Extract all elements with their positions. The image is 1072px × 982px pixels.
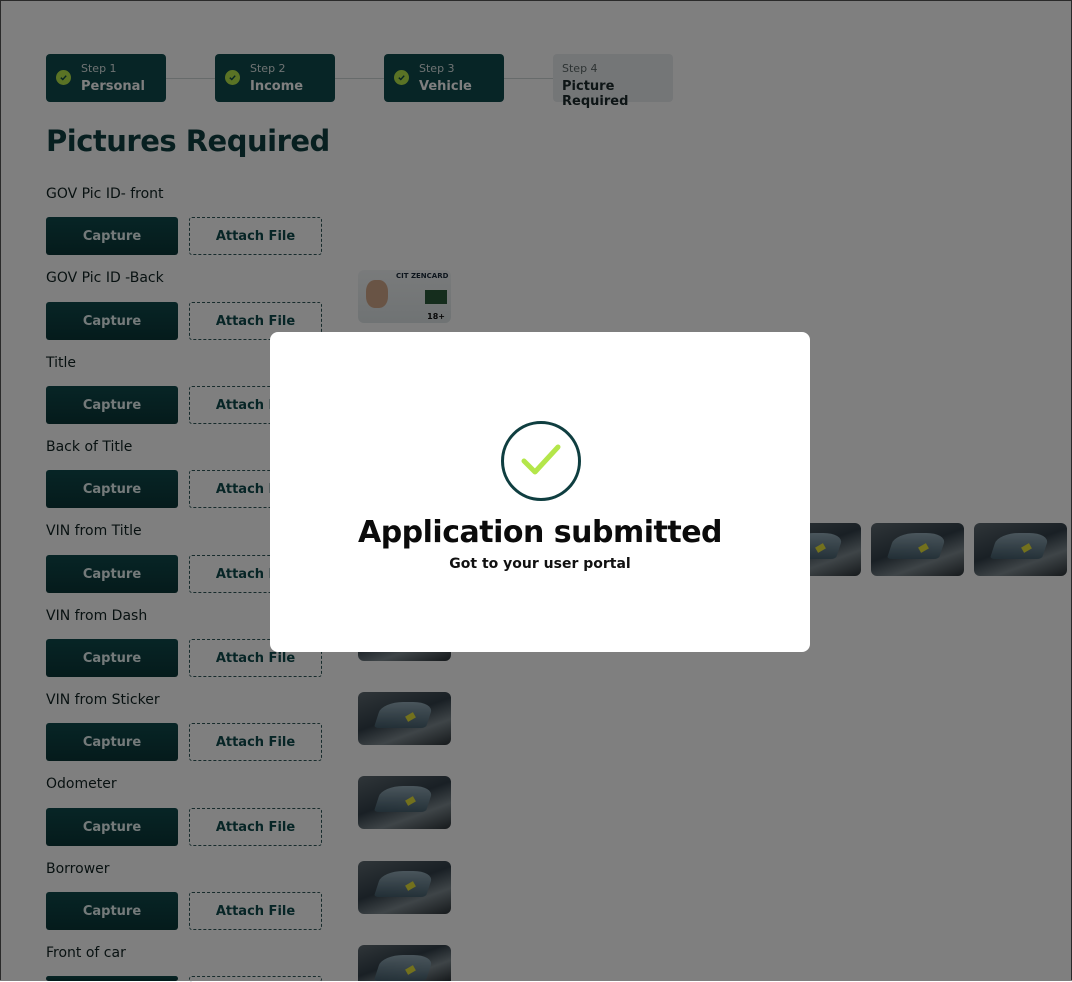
- success-modal: Application submitted Got to your user p…: [270, 332, 810, 652]
- modal-title: Application submitted: [357, 515, 723, 550]
- check-circle-icon: [501, 421, 581, 501]
- user-portal-link[interactable]: Got to your user portal: [270, 556, 810, 572]
